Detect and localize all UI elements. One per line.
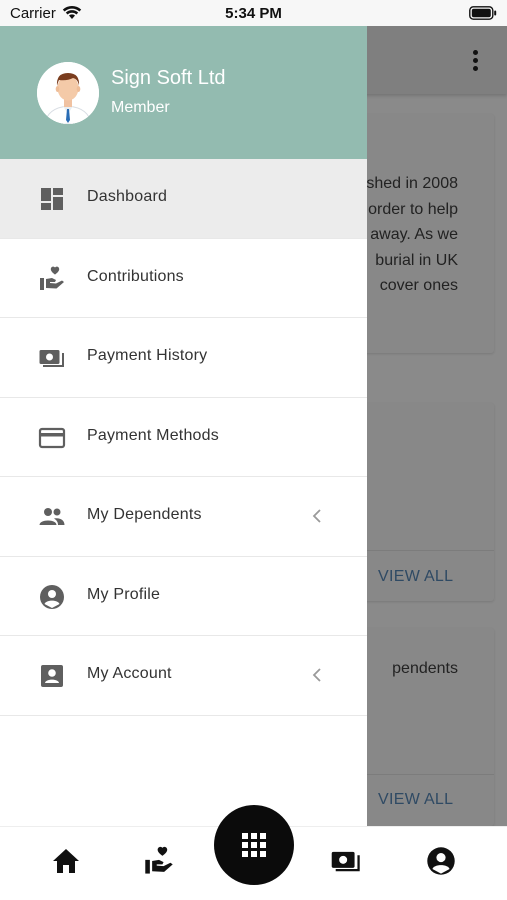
chevron-left-icon (312, 668, 321, 682)
user-role: Member (111, 99, 170, 116)
menu-label: My Profile (87, 585, 161, 603)
menu-item-my-profile[interactable]: My Profile (0, 556, 367, 636)
account-circle-icon (40, 584, 64, 609)
menu-item-dashboard[interactable]: Dashboard (0, 159, 367, 239)
menu-item-my-account[interactable]: My Account (0, 636, 367, 716)
menu-item-contributions[interactable]: Contributions (0, 238, 367, 318)
menu-label: My Dependents (87, 506, 202, 523)
view-all-link[interactable]: VIEW ALL (378, 568, 453, 586)
account-box-icon (41, 665, 63, 687)
avatar[interactable] (37, 62, 99, 124)
menu-label: Payment History (87, 347, 208, 364)
menu-label: Payment Methods (87, 426, 219, 444)
hand-heart-icon (40, 266, 64, 290)
hand-heart-icon[interactable] (143, 845, 175, 877)
menu-item-payment-methods[interactable]: Payment Methods (0, 397, 367, 477)
chevron-left-icon (312, 509, 321, 523)
menu-item-my-dependents[interactable]: My Dependents (0, 477, 367, 557)
dashboard-icon (41, 188, 63, 210)
status-bar: Carrier 5:34 PM (0, 0, 507, 26)
menu-label: My Account (87, 665, 172, 682)
navigation-drawer: Sign Soft Ltd Member Dashboard Contribut… (0, 26, 367, 826)
drawer-menu: Dashboard Contributions Payment History (0, 159, 367, 716)
drawer-header: Sign Soft Ltd Member (0, 26, 367, 159)
account-circle-icon[interactable] (425, 845, 457, 877)
home-icon[interactable] (50, 845, 82, 877)
payments-icon (39, 350, 64, 367)
credit-card-icon (38, 427, 66, 448)
apps-grid-icon (242, 833, 266, 857)
payments-icon[interactable] (330, 845, 362, 877)
apps-menu-button[interactable] (214, 805, 294, 885)
menu-item-payment-history[interactable]: Payment History (0, 318, 367, 398)
view-all-link[interactable]: VIEW ALL (378, 791, 453, 809)
menu-label: Contributions (87, 267, 184, 285)
user-name: Sign Soft Ltd (111, 67, 226, 89)
user-avatar-icon (37, 62, 99, 124)
battery-icon (469, 6, 497, 20)
status-time: 5:34 PM (225, 5, 282, 22)
people-icon (39, 508, 65, 525)
more-options-icon[interactable] (473, 50, 479, 72)
menu-label: Dashboard (87, 188, 168, 205)
